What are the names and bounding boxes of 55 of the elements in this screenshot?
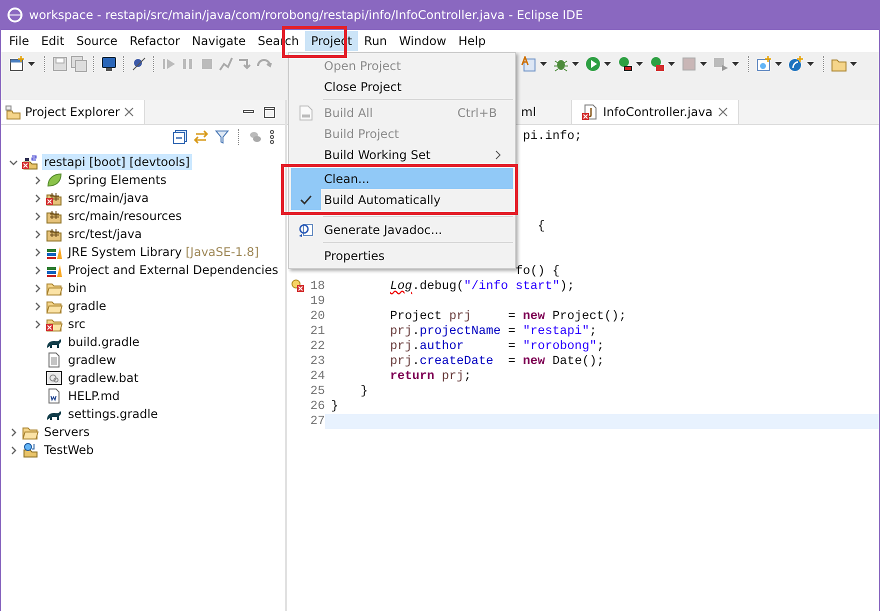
tree-item[interactable]: HELP.md [66, 388, 122, 404]
tree-item[interactable]: restapi [boot] [devtools] [42, 154, 192, 170]
tree-item[interactable]: Spring Elements [66, 172, 168, 188]
menu-item[interactable]: Generate Javadoc... [291, 219, 513, 240]
line-number: 26 [310, 399, 325, 413]
menu-item[interactable]: Close Project [291, 76, 513, 97]
code-line: Log.debug("/info start"); [390, 279, 575, 293]
menu-item[interactable]: Run [358, 31, 394, 51]
line-number: 25 [310, 384, 325, 398]
line-number: 22 [310, 339, 325, 353]
tree-item[interactable]: bin [66, 280, 89, 296]
menu-item[interactable]: Edit [35, 31, 70, 51]
menu-item[interactable]: Help [452, 31, 492, 51]
line-number: 20 [310, 309, 325, 323]
tree-item[interactable]: TestWeb [42, 442, 96, 458]
tree-item[interactable]: src/main/java [66, 190, 151, 206]
line-number: 24 [310, 369, 325, 383]
menu-item[interactable]: Build Working Set [291, 144, 513, 165]
code-line: fo() { [515, 264, 560, 278]
code-line: prj.createDate = new Date(); [390, 354, 604, 368]
code-line: prj.projectName = "restapi"; [390, 324, 597, 338]
view-tab[interactable]: Project Explorer [1, 100, 145, 124]
menu-item[interactable]: Refactor [124, 31, 186, 51]
tree-item[interactable]: src/test/java [66, 226, 144, 242]
menu-item[interactable]: Clean... [291, 168, 513, 189]
code-line: pi.info; [522, 129, 582, 143]
tree-item[interactable]: gradle [66, 298, 108, 314]
line-number: 18 [310, 279, 325, 293]
menu-item[interactable]: Properties [291, 245, 513, 266]
code-line: { [538, 219, 546, 233]
tree-item[interactable]: Project and External Dependencies [66, 262, 280, 278]
tree-item[interactable]: Servers [42, 424, 92, 440]
line-number: 23 [310, 354, 325, 368]
tree-item[interactable]: JRE System Library [JavaSE-1.8] [66, 244, 261, 260]
tree-item[interactable]: src/main/resources [66, 208, 184, 224]
line-number: 21 [310, 324, 325, 338]
window-title: workspace - restapi/src/main/java/com/rorobong/restapi/info/InfoController.java - Eclipse IDE [29, 8, 583, 22]
menu-item[interactable]: Build Automatically [291, 189, 513, 210]
menu-item[interactable]: File [3, 31, 36, 51]
tree-item[interactable]: gradlew [66, 352, 118, 368]
code-line: } [360, 384, 368, 398]
tree-item[interactable]: build.gradle [66, 334, 142, 350]
line-number: 19 [310, 294, 325, 308]
menu-item[interactable]: Source [70, 31, 124, 51]
line-number: 27 [310, 414, 325, 428]
editor-tab[interactable]: InfoController.java [572, 100, 739, 124]
code-line: } [331, 399, 338, 413]
tree-item[interactable]: settings.gradle [66, 406, 160, 422]
tree-item[interactable]: gradlew.bat [66, 370, 140, 386]
code-line: Project prj = new Project(); [390, 309, 626, 323]
menu-item[interactable]: Navigate [186, 31, 252, 51]
code-line: return prj; [390, 369, 472, 383]
tree-item[interactable]: src [66, 316, 88, 332]
menu-item[interactable]: Window [393, 31, 452, 51]
code-line: prj.author = "rorobong"; [390, 339, 604, 353]
